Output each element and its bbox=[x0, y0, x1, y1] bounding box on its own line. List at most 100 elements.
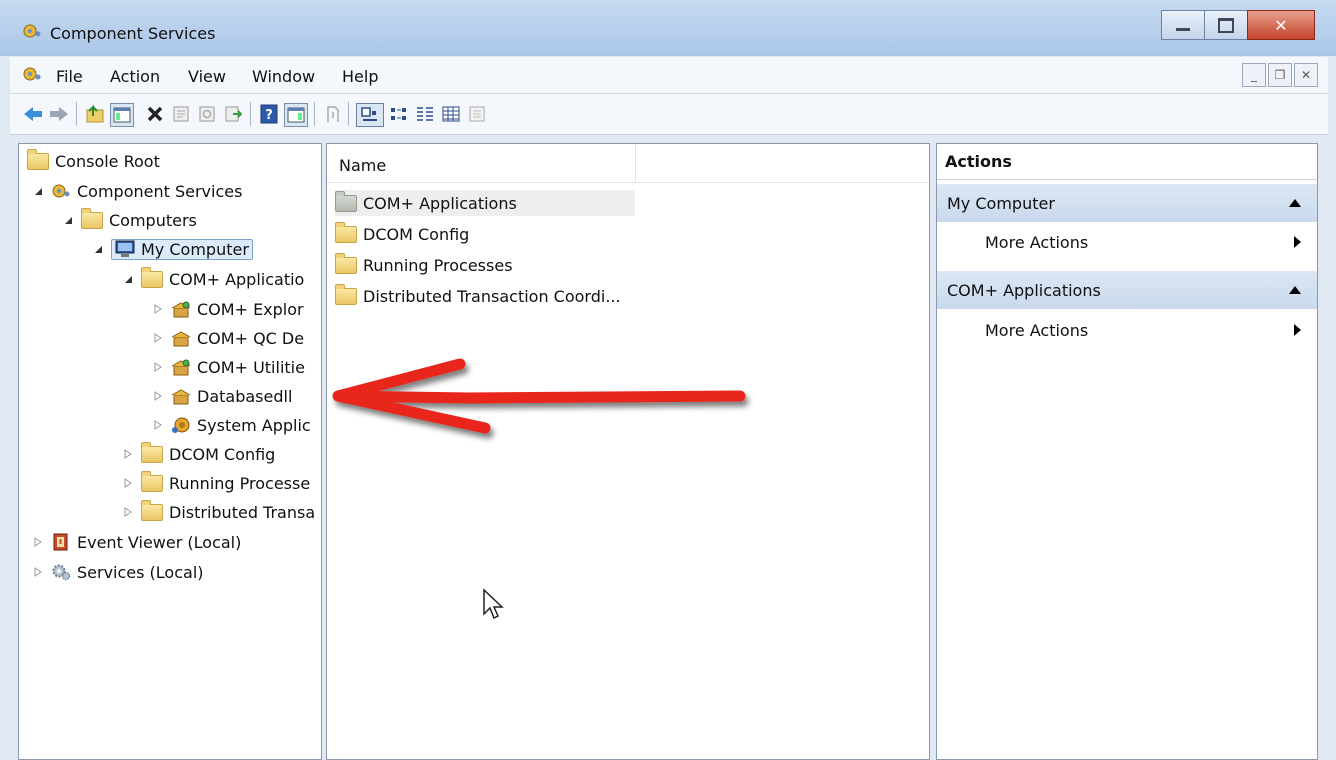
event-viewer-icon bbox=[53, 533, 68, 551]
folder-icon bbox=[141, 266, 163, 288]
submenu-arrow-icon bbox=[1294, 236, 1301, 248]
menu-window[interactable]: Window bbox=[252, 67, 315, 86]
show-hide-console-tree-icon[interactable] bbox=[110, 103, 134, 127]
tree-node-com-applications[interactable]: COM+ Applicatio bbox=[123, 266, 304, 292]
action-label: More Actions bbox=[985, 320, 1089, 340]
maximize-button[interactable] bbox=[1204, 10, 1248, 40]
new-window-icon[interactable] bbox=[466, 103, 488, 125]
list-item-label: Running Processes bbox=[363, 255, 513, 275]
computer-icon bbox=[115, 240, 135, 257]
collapse-up-icon[interactable] bbox=[1289, 286, 1301, 294]
help-icon[interactable]: ? bbox=[258, 103, 280, 125]
list-item[interactable]: COM+ Applications bbox=[335, 190, 635, 216]
console-tree[interactable]: Console Root Component Services Computer… bbox=[18, 143, 322, 760]
folder-icon bbox=[141, 441, 163, 463]
com-package-icon bbox=[171, 301, 191, 318]
tree-label: COM+ QC De bbox=[197, 328, 305, 348]
tree-node-console-root[interactable]: Console Root bbox=[27, 148, 160, 174]
gear-icon bbox=[52, 564, 71, 581]
list-item[interactable]: DCOM Config bbox=[335, 221, 469, 247]
folder-icon bbox=[27, 148, 49, 170]
actions-section-com-applications[interactable]: COM+ Applications bbox=[937, 271, 1317, 309]
child-close-button[interactable]: ✕ bbox=[1294, 63, 1318, 87]
close-button[interactable]: ✕ bbox=[1247, 10, 1315, 40]
menu-help[interactable]: Help bbox=[342, 67, 378, 86]
collapsed-triangle-icon[interactable] bbox=[33, 537, 43, 547]
maximize-icon bbox=[1218, 17, 1234, 33]
show-hide-action-pane-icon[interactable] bbox=[284, 103, 308, 127]
collapsed-triangle-icon[interactable] bbox=[153, 391, 163, 401]
tree-node-my-computer[interactable]: My Computer bbox=[93, 236, 253, 262]
tree-label: System Applic bbox=[197, 415, 311, 435]
tree-node-computers[interactable]: Computers bbox=[63, 207, 197, 233]
collapsed-triangle-icon[interactable] bbox=[123, 507, 133, 517]
tree-node-com-explorer[interactable]: COM+ Explor bbox=[153, 296, 304, 322]
expanded-triangle-icon[interactable] bbox=[93, 244, 103, 254]
tree-label: Console Root bbox=[55, 151, 160, 171]
list-item[interactable]: Distributed Transaction Coordi... bbox=[335, 283, 621, 309]
collapsed-triangle-icon[interactable] bbox=[153, 333, 163, 343]
tree-label: Services (Local) bbox=[77, 562, 204, 582]
mouse-cursor-icon bbox=[483, 588, 504, 620]
details-view-icon[interactable] bbox=[440, 103, 462, 125]
results-list[interactable]: Name COM+ Applications DCOM Config Runni… bbox=[326, 143, 930, 760]
column-header[interactable]: Name bbox=[327, 144, 929, 183]
tree-label: Component Services bbox=[77, 181, 243, 201]
menu-file[interactable]: File bbox=[56, 67, 83, 86]
forward-icon[interactable] bbox=[48, 103, 70, 125]
refresh-icon[interactable] bbox=[196, 103, 218, 125]
component-services-icon bbox=[52, 184, 70, 198]
delete-icon[interactable] bbox=[144, 103, 166, 125]
tree-node-services[interactable]: Services (Local) bbox=[33, 559, 204, 585]
collapsed-triangle-icon[interactable] bbox=[153, 362, 163, 372]
menu-view[interactable]: View bbox=[188, 67, 226, 86]
actions-section-my-computer[interactable]: My Computer bbox=[937, 184, 1317, 222]
tree-label: Running Processe bbox=[169, 473, 311, 493]
expanded-triangle-icon[interactable] bbox=[63, 215, 73, 225]
more-actions-com-applications[interactable]: More Actions bbox=[937, 312, 1317, 348]
com-package-icon bbox=[171, 359, 191, 376]
tree-node-com-utilities[interactable]: COM+ Utilitie bbox=[153, 354, 305, 380]
actions-header: Actions bbox=[937, 144, 1317, 180]
expanded-triangle-icon[interactable] bbox=[123, 274, 133, 284]
export-list-icon[interactable] bbox=[222, 103, 244, 125]
tree-label: My Computer bbox=[141, 239, 249, 259]
child-minimize-button[interactable]: _ bbox=[1242, 63, 1266, 87]
small-icons-view-icon[interactable] bbox=[388, 103, 410, 125]
close-icon: ✕ bbox=[1274, 15, 1288, 35]
collapsed-triangle-icon[interactable] bbox=[123, 478, 133, 488]
tree-node-com-qc[interactable]: COM+ QC De bbox=[153, 325, 304, 351]
more-actions-my-computer[interactable]: More Actions bbox=[937, 224, 1317, 260]
tree-node-databasedll[interactable]: Databasedll bbox=[153, 383, 292, 409]
properties-icon[interactable] bbox=[170, 103, 192, 125]
child-restore-button[interactable]: ❐ bbox=[1268, 63, 1292, 87]
collapsed-triangle-icon[interactable] bbox=[153, 304, 163, 314]
folder-icon bbox=[141, 470, 163, 492]
tree-node-component-services[interactable]: Component Services bbox=[33, 178, 242, 204]
collapse-up-icon[interactable] bbox=[1289, 199, 1301, 207]
collapsed-triangle-icon[interactable] bbox=[123, 449, 133, 459]
collapsed-triangle-icon[interactable] bbox=[153, 420, 163, 430]
up-icon[interactable] bbox=[84, 103, 106, 125]
app-menu-icon[interactable] bbox=[22, 65, 42, 83]
tree-node-event-viewer[interactable]: Event Viewer (Local) bbox=[33, 529, 241, 555]
minimize-button[interactable] bbox=[1161, 10, 1205, 40]
tree-label: DCOM Config bbox=[169, 444, 276, 464]
menu-action[interactable]: Action bbox=[110, 67, 160, 86]
component-services-icon bbox=[23, 24, 41, 38]
collapsed-triangle-icon[interactable] bbox=[33, 567, 43, 577]
expanded-triangle-icon[interactable] bbox=[33, 186, 43, 196]
column-header-name[interactable]: Name bbox=[339, 156, 386, 175]
folder-icon bbox=[335, 252, 357, 274]
list-item[interactable]: Running Processes bbox=[335, 252, 513, 278]
title-bar: Component Services ✕ bbox=[0, 0, 1336, 56]
tree-node-running-processes[interactable]: Running Processe bbox=[123, 470, 310, 496]
minimize-icon bbox=[1176, 27, 1190, 31]
tree-node-distributed-transaction[interactable]: Distributed Transa bbox=[123, 499, 315, 525]
exit-icon[interactable] bbox=[322, 103, 344, 125]
list-view-icon[interactable] bbox=[414, 103, 436, 125]
back-icon[interactable] bbox=[22, 103, 44, 125]
tree-node-system-application[interactable]: System Applic bbox=[153, 412, 311, 438]
large-icons-view-icon[interactable] bbox=[356, 103, 384, 127]
tree-node-dcom-config[interactable]: DCOM Config bbox=[123, 441, 275, 467]
